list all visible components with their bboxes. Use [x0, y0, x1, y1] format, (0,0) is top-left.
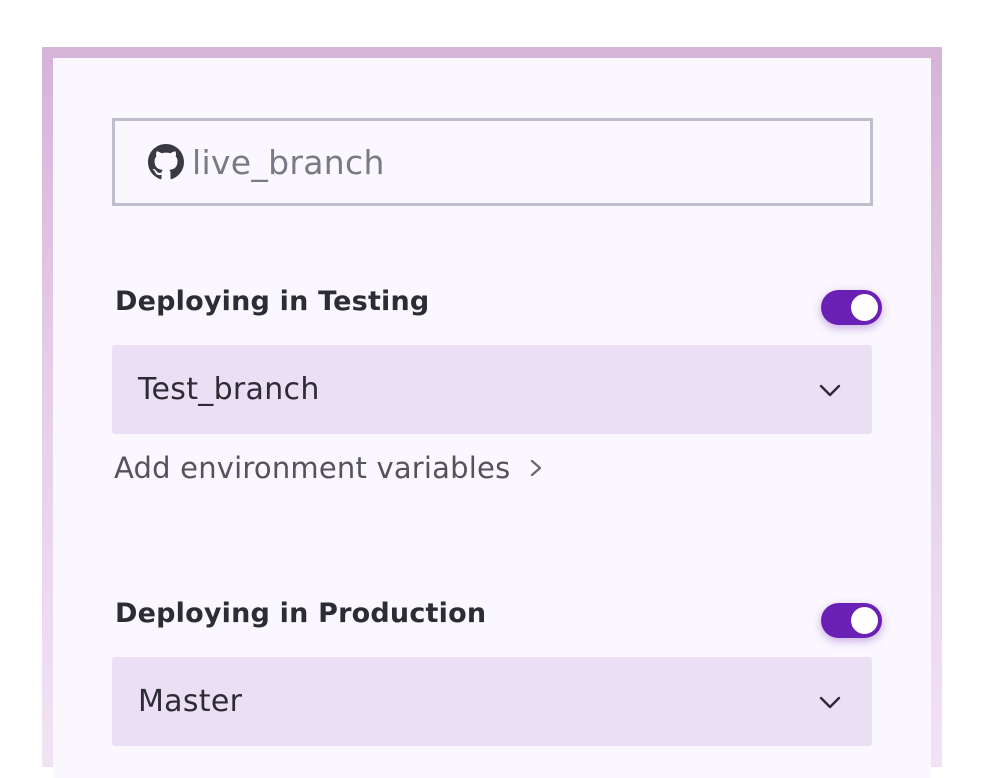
testing-branch-select[interactable]: Test_branch [112, 345, 872, 434]
env-link-label: Add environment variables [114, 451, 511, 485]
testing-section-title: Deploying in Testing [115, 286, 430, 317]
chevron-down-icon [819, 384, 841, 397]
github-icon [148, 144, 184, 180]
production-section-title: Deploying in Production [115, 598, 487, 629]
repository-branch-field[interactable]: live_branch [112, 118, 873, 206]
toggle-knob [851, 607, 878, 634]
deploy-settings-frame: live_branch Deploying in Testing Test_br… [42, 47, 942, 778]
production-deploy-toggle[interactable] [821, 603, 882, 638]
production-branch-value: Master [138, 684, 243, 719]
testing-branch-value: Test_branch [138, 372, 320, 407]
chevron-down-icon [819, 696, 841, 709]
chevron-right-icon [531, 459, 542, 477]
production-branch-select[interactable]: Master [112, 657, 872, 746]
toggle-knob [851, 294, 878, 321]
repository-branch-value: live_branch [192, 142, 385, 182]
add-environment-variables-link[interactable]: Add environment variables [114, 451, 544, 485]
deploy-settings-panel: live_branch Deploying in Testing Test_br… [53, 58, 931, 778]
testing-deploy-toggle[interactable] [821, 290, 882, 325]
